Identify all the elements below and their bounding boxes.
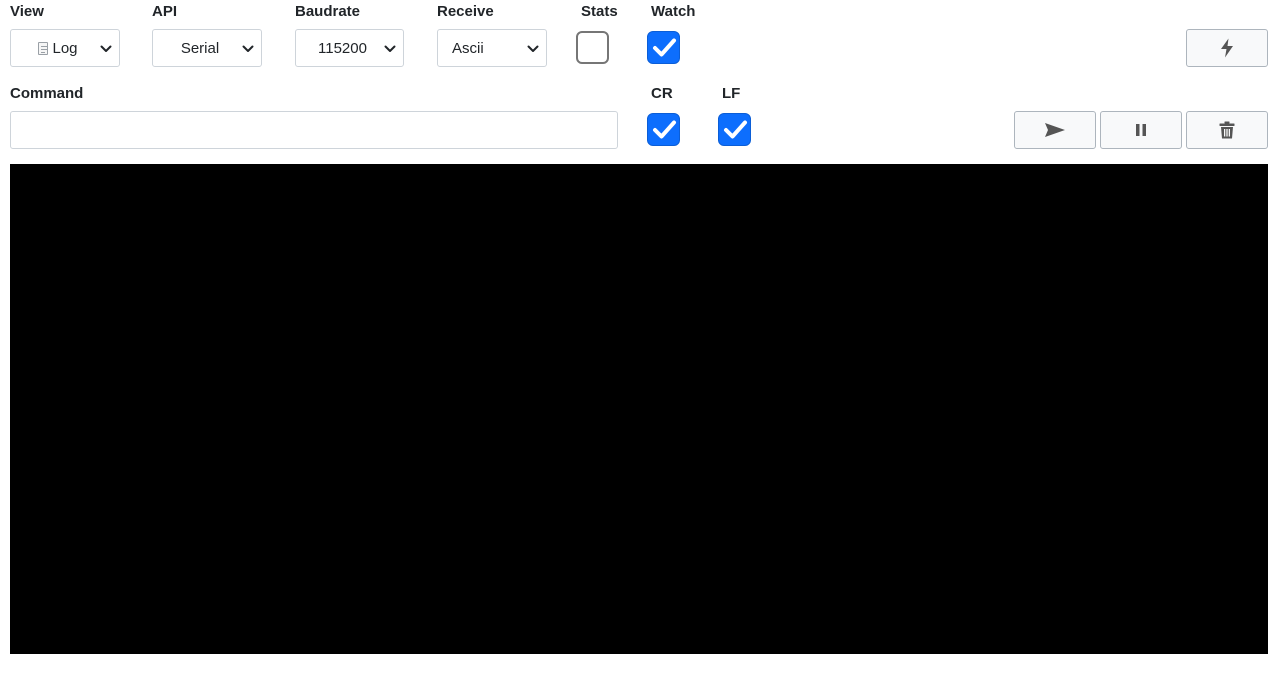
chevron-down-icon (384, 45, 396, 52)
api-select[interactable]: Serial (152, 29, 262, 67)
stats-label: Stats (581, 3, 618, 20)
chevron-down-icon (242, 45, 254, 52)
lf-checkbox[interactable] (718, 113, 751, 146)
receive-select[interactable]: Ascii (437, 29, 547, 67)
api-label: API (152, 3, 178, 20)
lf-label: LF (722, 85, 741, 102)
command-label: Command (10, 85, 84, 102)
baudrate-label: Baudrate (295, 3, 361, 20)
chevron-down-icon (100, 45, 112, 52)
checkmark-icon (724, 120, 747, 139)
view-select-value: Log (52, 39, 78, 57)
baudrate-select[interactable]: 115200 (295, 29, 404, 67)
lightning-bolt-icon (1221, 38, 1233, 58)
checkmark-icon (653, 120, 676, 139)
clear-button[interactable] (1186, 111, 1268, 149)
document-icon (38, 41, 49, 55)
stats-checkbox[interactable] (576, 31, 609, 64)
trash-icon (1219, 121, 1235, 139)
watch-checkbox[interactable] (647, 31, 680, 64)
command-input[interactable] (10, 111, 618, 149)
terminal-output[interactable] (10, 164, 1268, 654)
receive-label: Receive (437, 3, 494, 20)
checkmark-icon (653, 38, 676, 57)
send-icon (1045, 123, 1065, 137)
view-select[interactable]: Log (10, 29, 120, 67)
view-label: View (10, 3, 44, 20)
send-button[interactable] (1014, 111, 1096, 149)
connect-button[interactable] (1186, 29, 1268, 67)
pause-icon (1136, 124, 1146, 136)
cr-label: CR (651, 85, 673, 102)
pause-button[interactable] (1100, 111, 1182, 149)
watch-label: Watch (651, 3, 696, 20)
chevron-down-icon (527, 45, 539, 52)
cr-checkbox[interactable] (647, 113, 680, 146)
serial-terminal-app: View API Baudrate Receive Stats Watch Lo… (0, 0, 1278, 680)
